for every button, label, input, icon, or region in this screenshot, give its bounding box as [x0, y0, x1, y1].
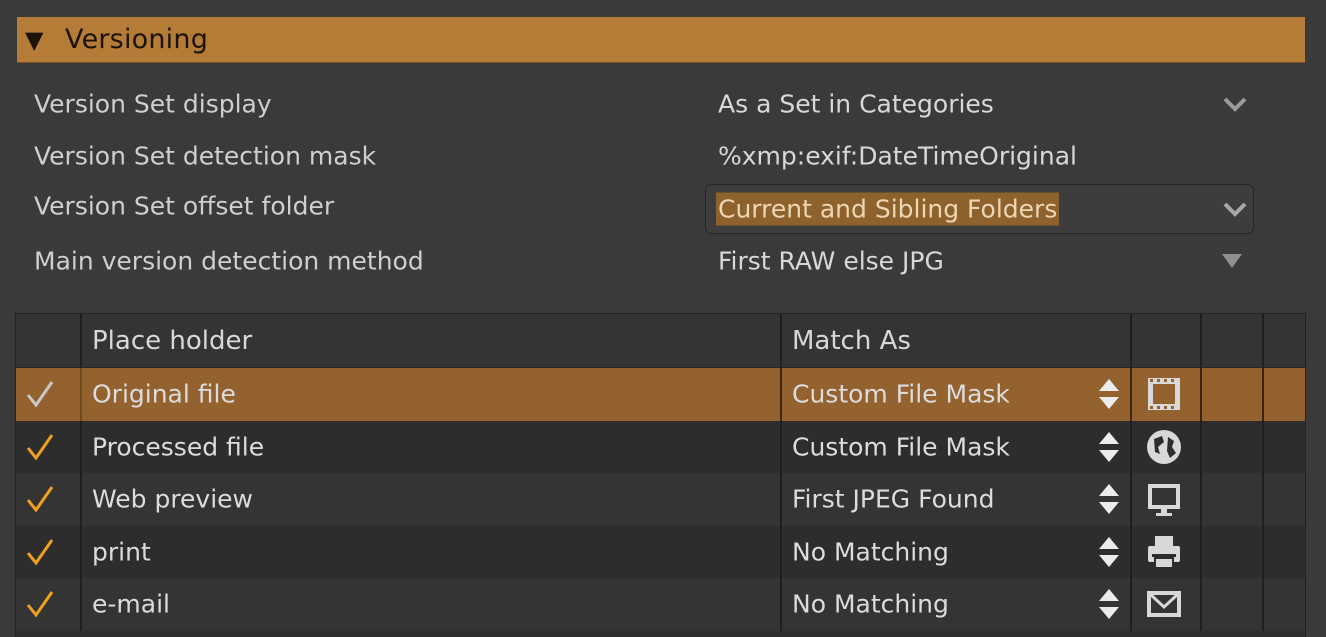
printer-icon[interactable] [1144, 532, 1184, 572]
table-row[interactable]: Processed file Custom File Mask [16, 420, 1305, 473]
match-as-value[interactable]: No Matching [792, 537, 949, 566]
up-down-arrows-icon[interactable] [1098, 482, 1120, 516]
property-row-offset-folder[interactable]: Version Set offset folder Current and Si… [0, 180, 1326, 234]
match-as-value[interactable]: First JPEG Found [792, 485, 994, 514]
checkmark-icon[interactable] [24, 431, 56, 463]
up-down-arrows-icon[interactable] [1098, 587, 1120, 621]
detection-mask-field[interactable]: %xmp:exif:DateTimeOriginal [718, 142, 1077, 171]
checkmark-icon[interactable] [24, 378, 56, 410]
triangle-down-icon[interactable] [1221, 253, 1243, 269]
up-down-arrows-icon[interactable] [1098, 535, 1120, 569]
table-row[interactable]: e-mail No Matching [16, 578, 1305, 631]
property-label: Version Set display [34, 89, 272, 119]
column-header-placeholder[interactable]: Place holder [92, 326, 252, 356]
table-row[interactable]: Web preview First JPEG Found [16, 473, 1305, 526]
chevron-down-icon[interactable] [1222, 95, 1248, 113]
table-header-row: Place holder Match As [16, 314, 1305, 368]
version-set-display-select[interactable]: As a Set in Categories [718, 90, 994, 119]
placeholder-table: Place holder Match As Original file Cust… [15, 313, 1306, 637]
film-icon[interactable] [1144, 374, 1184, 414]
triangle-down-icon: ▼ [25, 25, 44, 54]
checkmark-icon[interactable] [24, 483, 56, 515]
property-label: Version Set offset folder [34, 191, 335, 221]
placeholder-name: Processed file [92, 432, 265, 462]
section-title: Versioning [65, 24, 209, 55]
table-row[interactable]: print No Matching [16, 525, 1305, 578]
up-down-arrows-icon[interactable] [1098, 430, 1120, 464]
match-as-value[interactable]: Custom File Mask [792, 380, 1010, 409]
chevron-down-icon[interactable] [1222, 200, 1248, 218]
main-version-method-select[interactable]: First RAW else JPG [718, 247, 944, 276]
property-label: Main version detection method [34, 246, 424, 276]
placeholder-name: Web preview [92, 484, 253, 514]
section-header-versioning[interactable]: ▼ Versioning [17, 17, 1305, 63]
globe-icon[interactable] [1144, 427, 1184, 467]
checkmark-icon[interactable] [24, 536, 56, 568]
up-down-arrows-icon[interactable] [1098, 377, 1120, 411]
property-row-detection-mask[interactable]: Version Set detection mask %xmp:exif:Dat… [0, 130, 1326, 182]
table-row[interactable]: Original file Custom File Mask [16, 368, 1305, 421]
placeholder-name: Original file [92, 379, 236, 409]
checkmark-icon[interactable] [24, 588, 56, 620]
property-row-main-version-method[interactable]: Main version detection method First RAW … [0, 235, 1326, 287]
property-row-version-set-display[interactable]: Version Set display As a Set in Categori… [0, 78, 1326, 130]
column-header-match-as[interactable]: Match As [792, 326, 911, 356]
property-label: Version Set detection mask [34, 141, 377, 171]
match-as-value[interactable]: No Matching [792, 590, 949, 619]
match-as-value[interactable]: Custom File Mask [792, 432, 1010, 461]
placeholder-name: print [92, 537, 151, 567]
monitor-icon[interactable] [1144, 479, 1184, 519]
envelope-icon[interactable] [1144, 584, 1184, 624]
placeholder-name: e-mail [92, 589, 170, 619]
offset-folder-selected-value[interactable]: Current and Sibling Folders [716, 192, 1060, 226]
